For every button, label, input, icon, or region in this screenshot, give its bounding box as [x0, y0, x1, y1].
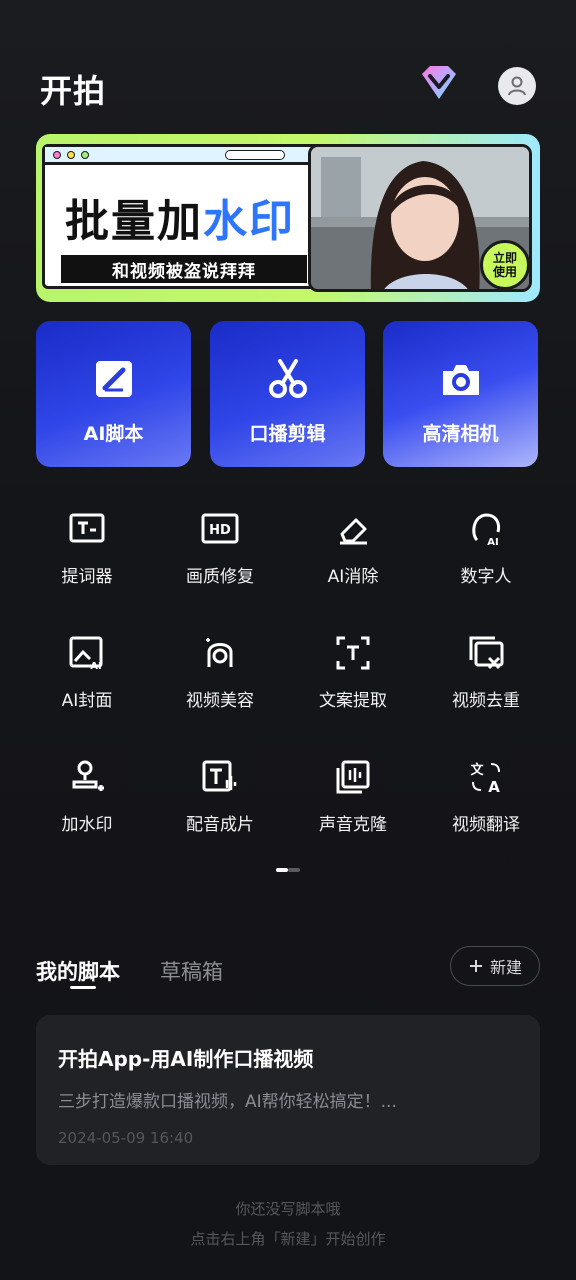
tool-voiceover[interactable]: 配音成片 — [154, 758, 286, 858]
tool-label: AI封面 — [61, 691, 113, 711]
page-indicator — [276, 868, 300, 872]
voice-clone-icon — [336, 760, 370, 794]
hd-camera-label: 高清相机 — [422, 423, 499, 445]
tool-label: AI消除 — [327, 567, 379, 587]
banner-title: 批量加水印 — [65, 196, 295, 247]
tab-active-underline — [70, 986, 96, 989]
vip-diamond-icon[interactable] — [418, 64, 460, 102]
tool-label: 声音克隆 — [319, 815, 387, 835]
empty-hint-line1: 你还没写脚本哦 — [235, 1200, 341, 1218]
tool-ai-cover[interactable]: AI AI封面 — [21, 634, 153, 734]
tool-label: 提词器 — [61, 567, 113, 587]
tool-label: 数字人 — [460, 567, 512, 587]
tab-drafts[interactable]: 草稿箱 — [160, 956, 223, 986]
digital-human-icon: AI — [472, 513, 501, 548]
ai-script-label: AI脚本 — [83, 423, 144, 445]
script-description: 三步打造爆款口播视频，AI帮你轻松搞定！... — [58, 1092, 397, 1112]
use-now-badge[interactable]: 立即 使用 — [480, 240, 530, 290]
svg-text:AI: AI — [90, 661, 101, 672]
watermark-icon — [72, 760, 104, 791]
hd-icon: HD — [201, 513, 239, 544]
tool-text-extract[interactable]: 文案提取 — [287, 634, 419, 734]
tool-hd-restore[interactable]: HD 画质修复 — [154, 510, 286, 610]
svg-text:AI: AI — [487, 537, 498, 548]
banner-panel: 批量加水印 和视频被盗说拜拜 — [42, 144, 332, 289]
script-title: 开拍App-用AI制作口播视频 — [58, 1047, 314, 1071]
tool-watermark[interactable]: 加水印 — [21, 758, 153, 858]
eraser-icon — [340, 518, 367, 545]
tool-label: 配音成片 — [186, 815, 254, 835]
new-script-label: 新建 — [489, 958, 522, 977]
tool-label: 视频美容 — [186, 691, 254, 711]
new-script-button[interactable]: 新建 — [450, 946, 540, 986]
plus-icon — [469, 960, 482, 972]
text-extract-icon — [336, 636, 370, 670]
dedupe-icon — [469, 636, 504, 670]
empty-hint-line2: 点击右上角「新建」开始创作 — [190, 1230, 386, 1248]
tool-dedupe[interactable]: 视频去重 — [420, 634, 552, 734]
svg-text:HD: HD — [209, 523, 231, 538]
tool-ai-erase[interactable]: AI消除 — [287, 510, 419, 610]
header: 开拍 — [0, 0, 576, 130]
tab-my-scripts[interactable]: 我的脚本 — [36, 956, 120, 986]
ai-script-card[interactable]: AI脚本 — [36, 321, 191, 467]
tool-translate[interactable]: 文 A 视频翻译 — [420, 758, 552, 858]
camera-icon — [442, 365, 479, 395]
ai-cover-icon: AI — [69, 636, 103, 672]
tool-label: 文案提取 — [319, 691, 387, 711]
tool-voice-clone[interactable]: 声音克隆 — [287, 758, 419, 858]
talk-edit-label: 口播剪辑 — [249, 423, 326, 445]
tool-teleprompter[interactable]: 提词器 — [21, 510, 153, 610]
banner-window-bar — [45, 147, 329, 165]
svg-text:文: 文 — [470, 762, 484, 778]
beauty-icon — [206, 638, 233, 667]
tool-label: 加水印 — [61, 815, 113, 835]
talk-edit-card[interactable]: 口播剪辑 — [210, 321, 365, 467]
tool-label: 视频翻译 — [452, 815, 520, 835]
script-pen-icon — [95, 361, 132, 397]
scissors-icon — [268, 359, 307, 398]
user-icon — [508, 76, 526, 96]
app-title: 开拍 — [40, 72, 107, 110]
translate-icon: 文 A — [470, 762, 500, 796]
tool-label: 画质修复 — [186, 567, 254, 587]
script-card[interactable]: 开拍App-用AI制作口播视频 三步打造爆款口播视频，AI帮你轻松搞定！... … — [36, 1015, 540, 1165]
script-timestamp: 2024-05-09 16:40 — [58, 1129, 194, 1147]
tool-digital-human[interactable]: AI 数字人 — [420, 510, 552, 610]
banner-subtitle: 和视频被盗说拜拜 — [61, 255, 307, 283]
svg-text:A: A — [488, 778, 500, 796]
teleprompter-icon — [69, 513, 105, 543]
voiceover-icon — [202, 760, 237, 792]
tool-beauty[interactable]: 视频美容 — [154, 634, 286, 734]
tool-label: 视频去重 — [452, 691, 520, 711]
hd-camera-card[interactable]: 高清相机 — [383, 321, 538, 467]
promo-banner[interactable]: 批量加水印 和视频被盗说拜拜 立即 使用 — [36, 134, 540, 302]
avatar[interactable] — [498, 67, 536, 105]
